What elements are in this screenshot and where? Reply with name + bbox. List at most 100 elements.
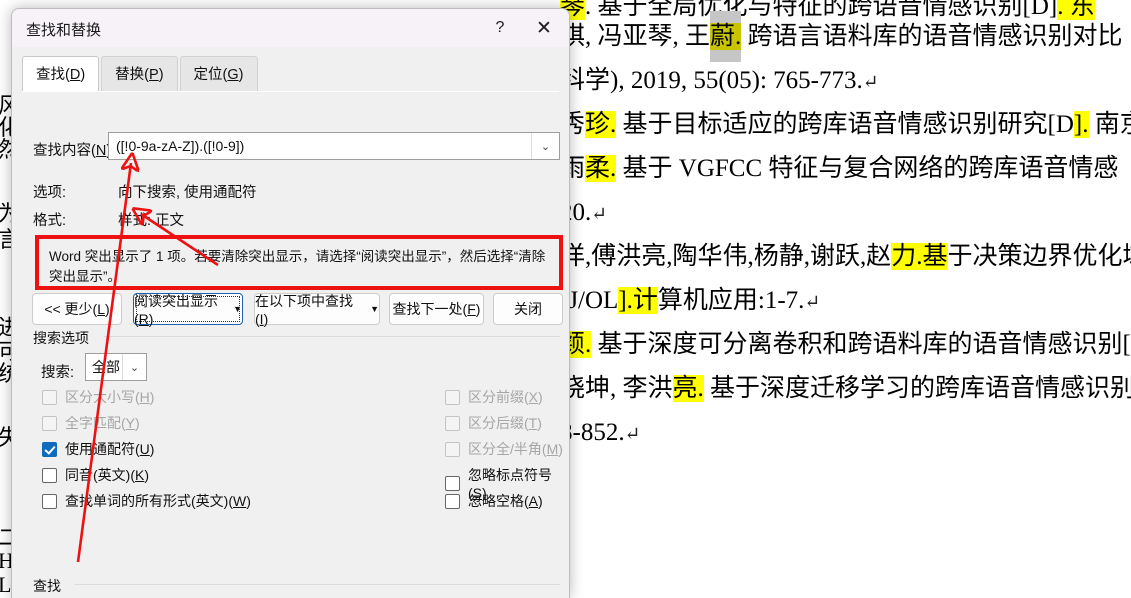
- checkbox-label: 区分后缀(T): [468, 415, 542, 431]
- checkbox-label: 全字匹配(Y): [65, 415, 140, 431]
- chevron-down-icon: ▼: [370, 304, 379, 314]
- reading-highlight-button[interactable]: 阅读突出显示(R) ▼: [133, 293, 243, 327]
- find-and-replace-dialog[interactable]: 查找和替换 ? ✕ 查找(D)替换(P)定位(G) 查找内容(N): ([!0-…: [11, 8, 570, 598]
- checkbox-match-width: 区分全/半角(M): [445, 439, 563, 459]
- document-text: . 基于全局优化与特征的跨语音情感识别[D]: [585, 0, 1058, 20]
- checkbox-label: 同音(英文)(K): [65, 467, 150, 483]
- find-in-button[interactable]: 在以下项中查找(I) ▼: [254, 293, 380, 327]
- help-icon[interactable]: ?: [479, 9, 521, 47]
- checkbox-label: 使用通配符(U): [65, 441, 155, 457]
- less-button[interactable]: << 更少(L): [32, 293, 122, 325]
- find-group-label: 查找: [33, 576, 67, 596]
- checkbox-use-wildcards[interactable]: 使用通配符(U): [42, 439, 154, 459]
- document-text: 跨语言语料库的语音情感识别对比: [741, 23, 1123, 50]
- chevron-down-icon[interactable]: ⌄: [531, 133, 559, 159]
- document-text: 于决策边界优化域: [947, 243, 1131, 270]
- highlighted-text: ].: [1073, 111, 1089, 138]
- paragraph-mark-icon: ↵: [804, 292, 821, 313]
- checkbox-box-icon: [42, 389, 57, 405]
- chevron-down-icon: ▼: [233, 304, 242, 314]
- options-value: 向下搜索, 使用通配符: [118, 185, 257, 201]
- document-line: [J/OL].计算机应用:1-7.↵: [560, 287, 821, 314]
- highlighted-text: ].计: [618, 287, 658, 314]
- checkbox-match-suffix: 区分后缀(T): [445, 413, 542, 433]
- document-line: 秀珍. 基于目标适应的跨库语音情感识别研究[D]. 南京: [560, 111, 1131, 138]
- checkbox-all-word-forms[interactable]: 查找单词的所有形式(英文)(W): [42, 491, 251, 511]
- document-text: 晓坤, 李洪: [560, 375, 673, 402]
- document-line: 科学), 2019, 55(05): 765-773.↵: [560, 68, 879, 93]
- document-line: 洋,傅洪亮,陶华伟,杨静,谢跃,赵力.基于决策边界优化域: [560, 243, 1131, 270]
- document-text: 琪, 冯亚琴, 王: [560, 23, 711, 50]
- document-text: 基于深度迁移学习的跨库语音情感识别: [703, 375, 1131, 402]
- checkbox-box-icon: [42, 467, 57, 483]
- highlighted-text: 珍.: [585, 111, 617, 138]
- tab-separator: [22, 91, 559, 92]
- checkbox-label: 忽略空格(A): [468, 493, 543, 509]
- document-text: 洋,傅洪亮,陶华伟,杨静,谢跃,赵: [560, 243, 892, 270]
- highlighted-text: 亮.: [672, 375, 704, 402]
- document-text: 算机应用:1-7.: [657, 287, 805, 314]
- highlight-status-message-box: Word 突出显示了 1 项。若要清除突出显示，请选择“阅读突出显示”，然后选择…: [35, 235, 563, 290]
- document-line: 8-852.↵: [560, 420, 641, 445]
- format-label: 格式:: [33, 213, 67, 229]
- document-line: 琴. 基于全局优化与特征的跨语音情感识别[D]. 东: [560, 0, 1095, 20]
- highlight-status-message: Word 突出显示了 1 项。若要清除突出显示，请选择“阅读突出显示”，然后选择…: [49, 249, 546, 285]
- find-what-label: 查找内容(N):: [33, 143, 115, 159]
- format-value: 样式: 正文: [118, 213, 185, 229]
- highlighted-text: . 东: [1057, 0, 1095, 20]
- selected-highlighted-text: 蔚.: [710, 23, 742, 50]
- checkbox-sounds-like[interactable]: 同音(英文)(K): [42, 465, 149, 485]
- chevron-down-icon[interactable]: ⌄: [122, 354, 146, 380]
- find-next-button[interactable]: 查找下一处(F): [389, 293, 484, 325]
- close-button[interactable]: 关闭: [493, 293, 563, 325]
- checkbox-label: 查找单词的所有形式(英文)(W): [65, 493, 251, 509]
- document-text: L: [0, 572, 12, 597]
- document-text: 科学), 2019, 55(05): 765-773.: [560, 67, 863, 94]
- checkbox-box-icon: [445, 493, 460, 509]
- close-icon[interactable]: ✕: [523, 9, 565, 47]
- document-text: 基于 VGFCC 特征与复合网络的跨库语音情感: [616, 155, 1119, 182]
- checkbox-label: 区分大小写(H): [65, 389, 155, 405]
- dialog-tab-0[interactable]: 查找(D): [22, 56, 100, 91]
- checkbox-label: 区分前缀(X): [468, 389, 543, 405]
- document-line: 颖. 基于深度可分离卷积和跨语料库的语音情感识别[D: [560, 331, 1131, 358]
- dialog-title-bar: 查找和替换 ? ✕: [12, 9, 569, 47]
- document-text: 南京: [1094, 111, 1131, 138]
- options-label: 选项:: [33, 185, 67, 201]
- paragraph-mark-icon: ↵: [624, 424, 641, 445]
- document-text: 基于深度可分离卷积和跨语料库的语音情感识别[D: [591, 331, 1131, 358]
- checkbox-box-icon: [445, 475, 460, 491]
- checkbox-ignore-space[interactable]: 忽略空格(A): [445, 491, 543, 511]
- document-line: 琪, 冯亚琴, 王蔚. 跨语言语料库的语音情感识别对比: [560, 23, 1123, 50]
- search-scope-value: 全部: [92, 359, 120, 375]
- highlighted-text: 柔.: [585, 155, 617, 182]
- dialog-body: 查找(D)替换(P)定位(G) 查找内容(N): ([!0-9a-zA-Z]).…: [12, 47, 569, 598]
- document-text: 基于目标适应的跨库语音情感识别研究[D: [616, 111, 1074, 138]
- checkbox-box-icon: [42, 415, 57, 431]
- checkbox-box-icon: [445, 441, 460, 457]
- checkbox-whole-word: 全字匹配(Y): [42, 413, 140, 433]
- search-scope-label: 搜索:: [41, 365, 75, 381]
- checkbox-box-icon: [445, 389, 460, 405]
- checkbox-match-case: 区分大小写(H): [42, 387, 154, 407]
- checkbox-match-prefix: 区分前缀(X): [445, 387, 543, 407]
- checkbox-label: 区分全/半角(M): [468, 441, 563, 457]
- search-options-group-rule: [104, 336, 560, 337]
- find-what-input[interactable]: ([!0-9a-zA-Z]).([!0-9]): [109, 138, 531, 154]
- checkbox-box-icon: [445, 415, 460, 431]
- highlighted-text: 力.基: [891, 243, 948, 270]
- paragraph-mark-icon: ↵: [862, 72, 879, 93]
- search-scope-select[interactable]: 全部 ⌄: [85, 353, 147, 381]
- document-line: 晓坤, 李洪亮. 基于深度迁移学习的跨库语音情感识别: [560, 375, 1131, 402]
- find-group-rule: [74, 584, 560, 585]
- checkbox-box-icon: [42, 493, 57, 509]
- dialog-tab-list[interactable]: 查找(D) 替换(P) 定位(G): [22, 56, 260, 91]
- checkbox-box-icon: [42, 441, 57, 457]
- search-options-group-label: 搜索选项: [33, 328, 95, 348]
- find-what-combobox[interactable]: ([!0-9a-zA-Z]).([!0-9]) ⌄: [108, 132, 560, 160]
- paragraph-mark-icon: ↵: [591, 204, 608, 225]
- dialog-title: 查找和替换: [26, 22, 102, 39]
- dialog-tab-2[interactable]: 定位(G): [179, 56, 258, 91]
- document-line: 雨柔. 基于 VGFCC 特征与复合网络的跨库语音情感: [560, 155, 1119, 182]
- dialog-tab-1[interactable]: 替换(P): [101, 56, 178, 91]
